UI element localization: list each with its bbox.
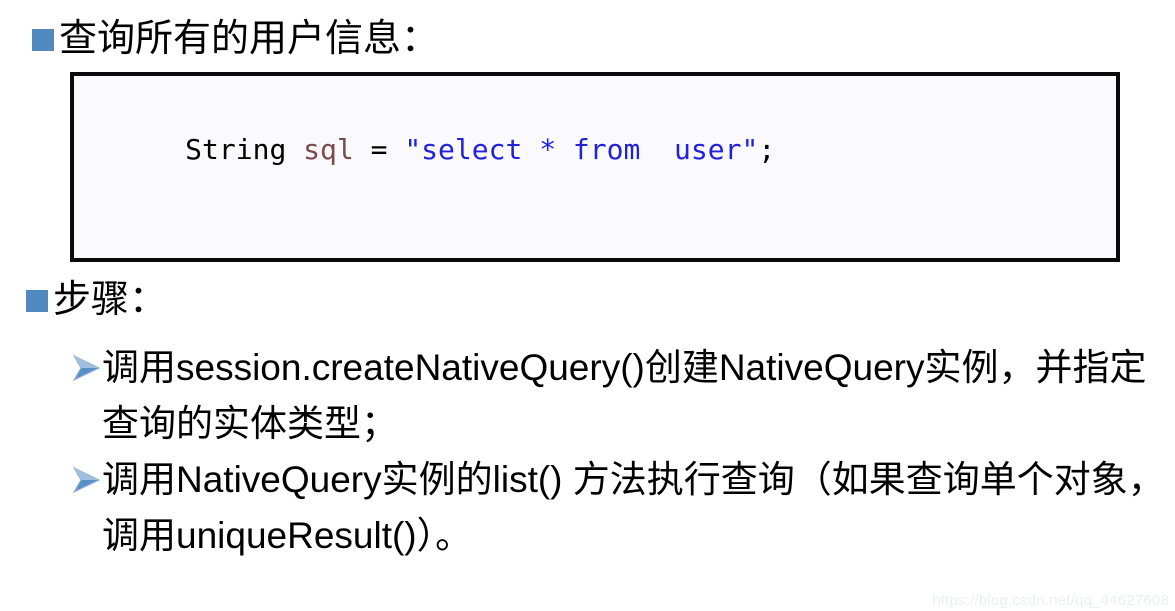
code-line: NativeQuery query = session.createNative… (84, 217, 1116, 258)
code-token: sql (303, 133, 371, 166)
heading-text: 查询所有的用户信息： (59, 18, 440, 60)
arrow-bullet-icon (72, 354, 101, 384)
square-bullet-icon (32, 29, 54, 51)
heading-query-all-users: 查询所有的用户信息： (32, 17, 439, 61)
code-token: String (185, 133, 304, 166)
step-text: 调用NativeQuery实例的list() 方法执行查询（如果查询单个对象，调… (102, 459, 1165, 556)
heading-text: 步骤： (53, 279, 168, 321)
step-item-2: 调用NativeQuery实例的list() 方法执行查询（如果查询单个对象，调… (72, 452, 1175, 564)
square-bullet-icon (26, 290, 48, 312)
code-token: = (370, 133, 405, 166)
step-text: 调用session.createNativeQuery()创建NativeQue… (102, 347, 1147, 444)
heading-steps: 步骤： (26, 278, 167, 322)
code-token: ; (758, 133, 776, 166)
slide-canvas: 查询所有的用户信息： String sql = "select * from u… (0, 0, 1175, 611)
code-line: String sql = "select * from user"; (84, 82, 1116, 217)
step-item-1: 调用session.createNativeQuery()创建NativeQue… (72, 340, 1175, 452)
arrow-bullet-icon (72, 466, 101, 496)
code-block: String sql = "select * from user"; Nativ… (70, 72, 1120, 262)
code-token: "select * from user" (404, 133, 759, 166)
csdn-watermark: https://blog.csdn.net/qq_44627608 (932, 592, 1169, 609)
